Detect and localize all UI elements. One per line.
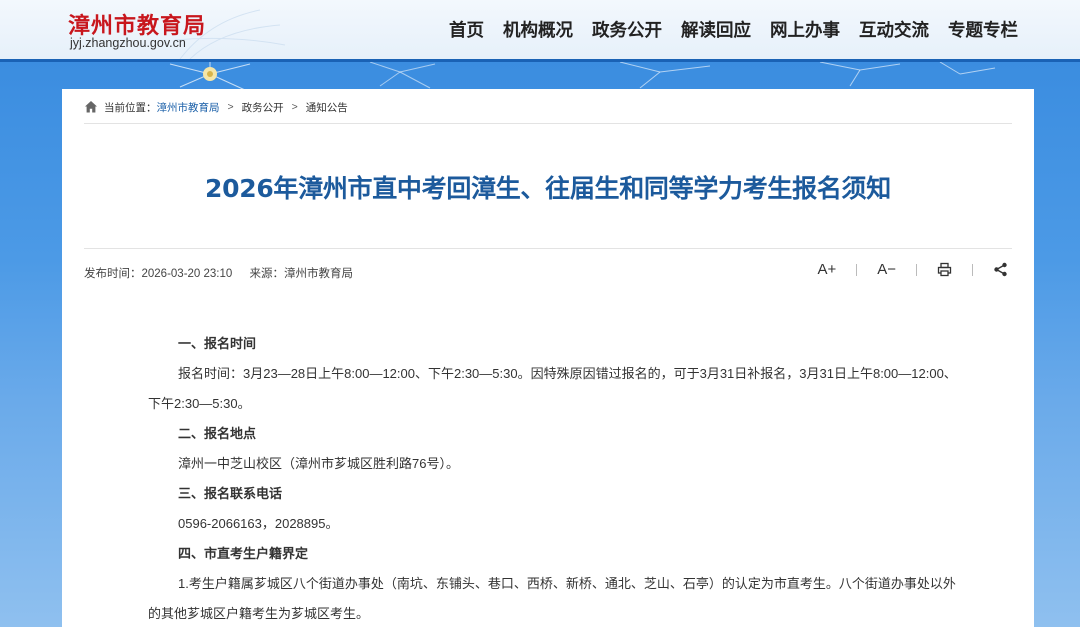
nav-gov-affairs[interactable]: 政务公开 (592, 17, 662, 42)
font-increase-button[interactable]: A+ (817, 261, 836, 278)
article-body: 一、报名时间 报名时间：3月23—28日上午8:00—12:00、下午2:30—… (148, 329, 960, 629)
article-title: 2026年漳州市直中考回漳生、往届生和同等学力考生报名须知 (205, 174, 891, 203)
breadcrumb: 当前位置： 漳州市教育局 > 政务公开 > 通知公告 (84, 98, 348, 116)
breadcrumb-separator: > (291, 101, 298, 113)
section-heading: 二、报名地点 (178, 426, 257, 441)
paragraph: 漳州一中芝山校区（漳州市芗城区胜利路76号）。 (178, 456, 459, 471)
home-icon (85, 101, 97, 113)
tool-divider (856, 263, 858, 276)
font-decrease-button[interactable]: A− (877, 261, 896, 278)
article-card: 当前位置： 漳州市教育局 > 政务公开 > 通知公告 2026年漳州市直中考回漳… (62, 89, 1034, 627)
nav-organization[interactable]: 机构概况 (503, 17, 573, 42)
breadcrumb-divider (84, 123, 1012, 124)
tool-divider (972, 263, 973, 276)
nav-online-services[interactable]: 网上办事 (770, 17, 840, 42)
share-icon (994, 262, 1007, 277)
nav-special-topics[interactable]: 专题专栏 (948, 17, 1018, 42)
breadcrumb-home-link[interactable]: 漳州市教育局 (157, 100, 220, 115)
title-divider (84, 248, 1012, 249)
main-nav: 首页 机构概况 政务公开 解读回应 网上办事 互动交流 专题专栏 (430, 17, 1018, 42)
share-button[interactable] (993, 262, 1008, 277)
section-heading: 三、报名联系电话 (178, 486, 283, 501)
breadcrumb-prefix: 当前位置： (104, 101, 157, 114)
section-heading: 一、报名时间 (178, 336, 257, 351)
dandelion-decoration-icon (619, 62, 996, 89)
breadcrumb-gov-affairs[interactable]: 政务公开 (242, 100, 284, 115)
article-meta: 发布时间：2026-03-20 23:10 来源：漳州市教育局 (84, 265, 367, 281)
site-header: 漳州市教育局 jyj.zhangzhou.gov.cn 首页 机构概况 政务公开… (0, 0, 1080, 59)
paragraph: 1.考生户籍属芗城区八个街道办事处（南坑、东铺头、巷口、西桥、新桥、通北、芝山、… (148, 576, 956, 621)
tool-divider (916, 263, 917, 276)
breadcrumb-separator: > (227, 101, 234, 113)
article-tools: A+ A− (817, 261, 1008, 278)
paragraph: 报名时间：3月23—28日上午8:00—12:00、下午2:30—5:30。因特… (148, 366, 957, 411)
nav-interaction[interactable]: 互动交流 (859, 17, 929, 42)
breadcrumb-notices[interactable]: 通知公告 (306, 100, 348, 115)
nav-home[interactable]: 首页 (449, 17, 484, 42)
article-source: 来源：漳州市教育局 (249, 268, 354, 280)
nav-interpretation[interactable]: 解读回应 (681, 17, 751, 42)
print-button[interactable] (937, 262, 952, 277)
section-heading: 四、市直考生户籍界定 (178, 546, 309, 561)
paragraph: 0596-2066163，2028895。 (178, 516, 339, 531)
publish-time: 发布时间：2026-03-20 23:10 (84, 268, 233, 280)
site-logo-url: jyj.zhangzhou.gov.cn (70, 36, 186, 50)
print-icon (937, 262, 952, 277)
